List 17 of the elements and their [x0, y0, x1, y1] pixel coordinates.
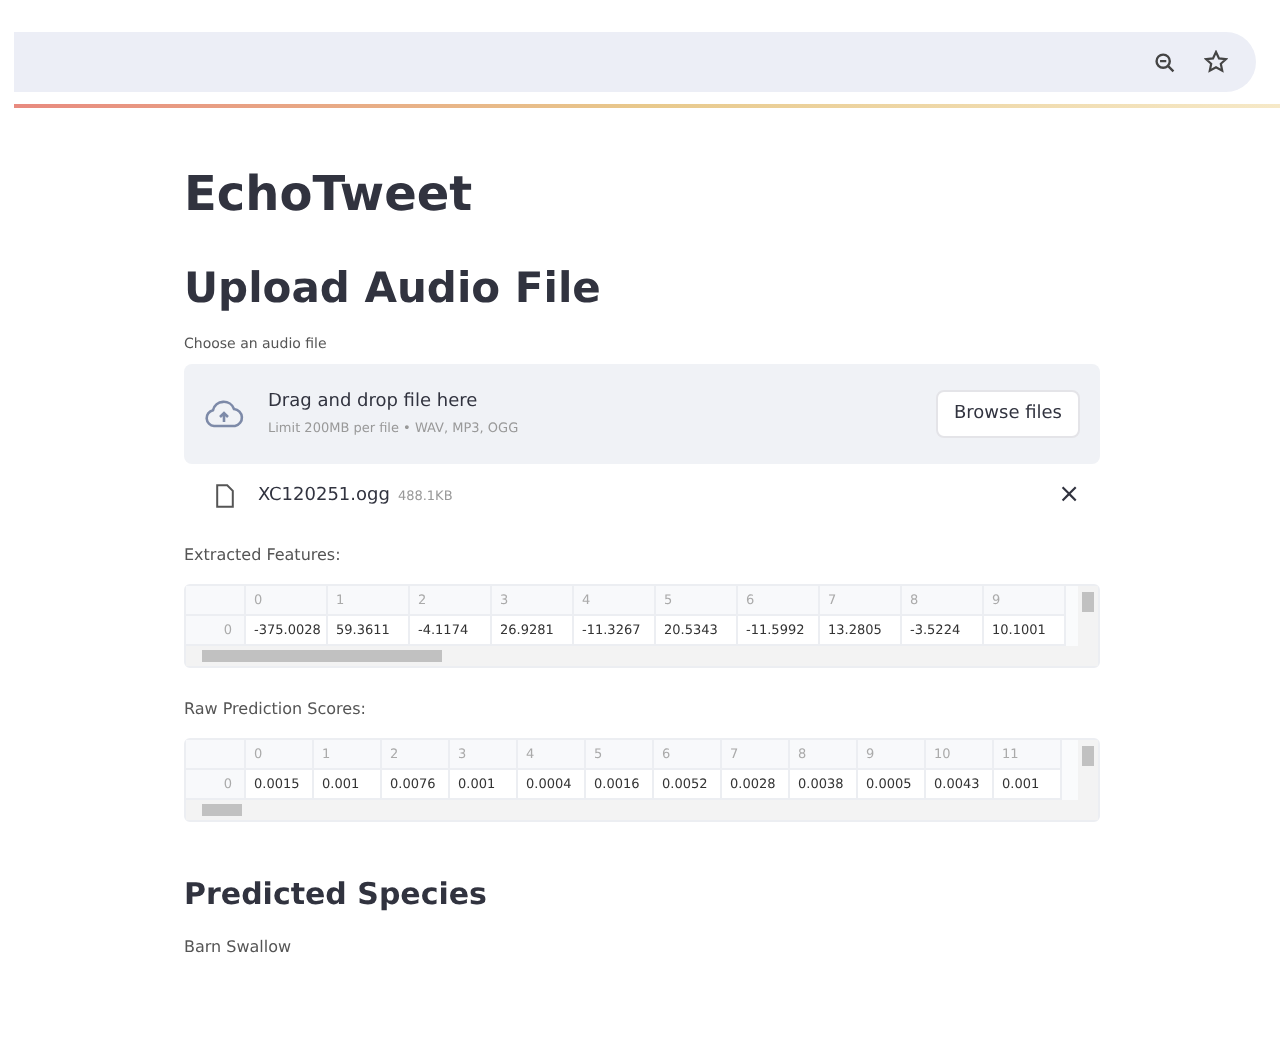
file-icon [216, 483, 234, 507]
horizontal-scrollbar[interactable] [186, 800, 1078, 820]
cloud-upload-icon [204, 400, 244, 428]
file-name: XC120251.ogg [258, 485, 390, 505]
vertical-scrollbar[interactable] [1078, 740, 1098, 820]
app-title: EchoTweet [184, 164, 475, 224]
table-label: Raw Prediction Scores: [184, 700, 368, 718]
vertical-scrollbar[interactable] [1078, 586, 1098, 666]
star-icon[interactable] [1204, 50, 1228, 74]
section-heading: Predicted Species [184, 874, 489, 914]
predicted-species: Barn Swallow [184, 938, 294, 956]
horizontal-scrollbar[interactable] [186, 646, 1078, 666]
table-label: Extracted Features: [184, 546, 343, 564]
browse-files-button[interactable]: Browse files [935, 390, 1080, 438]
section-heading: Upload Audio File [184, 262, 603, 316]
drop-instructions: Drag and drop file here [268, 392, 480, 412]
zoom-out-icon[interactable] [1154, 51, 1176, 73]
